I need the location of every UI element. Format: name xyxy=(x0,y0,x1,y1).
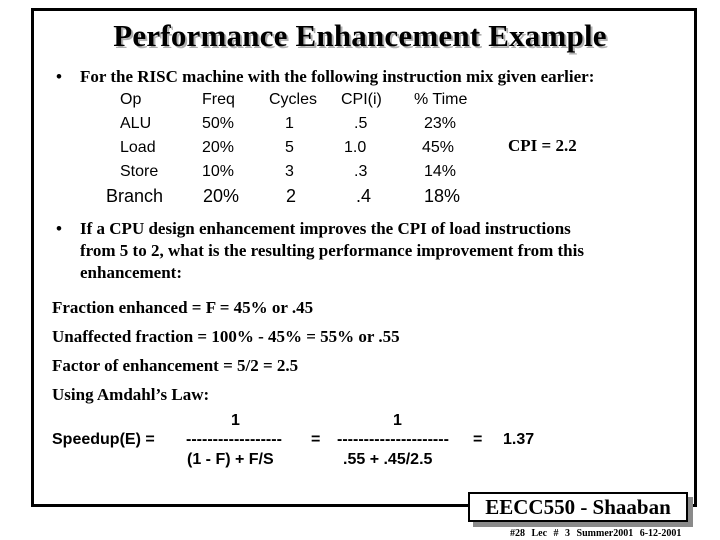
table-cell: 3 xyxy=(285,163,294,180)
table-cell: Store xyxy=(120,163,159,180)
unaffected-fraction-line: Unaffected fraction = 100% - 45% = 55% o… xyxy=(52,327,400,346)
table-cell: .3 xyxy=(354,163,368,180)
numerator-2: 1 xyxy=(393,412,402,429)
question-line: If a CPU design enhancement improves the… xyxy=(80,219,571,238)
bullet-icon: • xyxy=(56,67,62,86)
table-cell: ALU xyxy=(120,115,152,132)
course-footer-box: EECC550 - Shaaban xyxy=(468,492,688,522)
table-cell: 1.0 xyxy=(344,139,367,156)
table-header: Op xyxy=(120,91,142,108)
bullet-icon: • xyxy=(56,219,62,238)
table-header: CPI(i) xyxy=(341,91,382,108)
table-header: % Time xyxy=(414,91,468,108)
numerator-1: 1 xyxy=(231,412,240,429)
amdahl-law-line: Using Amdahl’s Law: xyxy=(52,385,210,404)
table-cell: 23% xyxy=(424,115,457,132)
table-cell: Branch xyxy=(106,186,164,206)
table-cell: 18% xyxy=(424,186,461,206)
intro-text: For the RISC machine with the following … xyxy=(80,67,595,86)
table-header: Freq xyxy=(202,91,235,108)
fraction-bar-2: --------------------- xyxy=(337,431,449,448)
equals-3: = xyxy=(473,431,483,448)
denominator-2: .55 + .45/2.5 xyxy=(343,451,433,468)
table-cell: .4 xyxy=(356,186,372,206)
denominator-1: (1 - F) + F/S xyxy=(187,451,274,468)
table-header: Cycles xyxy=(269,91,318,108)
table-cell: 45% xyxy=(422,139,455,156)
table-cell: 50% xyxy=(202,115,235,132)
table-cell: 1 xyxy=(285,115,294,132)
table-cell: 20% xyxy=(203,186,240,206)
enhancement-factor-line: Factor of enhancement = 5/2 = 2.5 xyxy=(52,356,299,375)
fraction-bar-1: ------------------ xyxy=(186,431,282,448)
equals-2: = xyxy=(311,431,321,448)
fraction-enhanced-line: Fraction enhanced = F = 45% or .45 xyxy=(52,298,314,317)
cpi-total: CPI = 2.2 xyxy=(508,136,577,155)
table-cell: 2 xyxy=(286,186,297,206)
table-cell: 5 xyxy=(285,139,294,156)
table-cell: Load xyxy=(120,139,156,156)
table-cell: .5 xyxy=(354,115,368,132)
question-line: enhancement: xyxy=(80,263,182,282)
table-cell: 10% xyxy=(202,163,235,180)
question-line: from 5 to 2, what is the resulting perfo… xyxy=(80,241,584,260)
speedup-label: Speedup(E) = xyxy=(52,431,155,448)
table-cell: 20% xyxy=(202,139,235,156)
lecture-meta: #28 Lec # 3 Summer2001 6-12-2001 xyxy=(510,528,682,539)
table-cell: 14% xyxy=(424,163,457,180)
slide-title: Performance Enhancement Example xyxy=(113,18,607,53)
speedup-result: 1.37 xyxy=(503,431,535,448)
